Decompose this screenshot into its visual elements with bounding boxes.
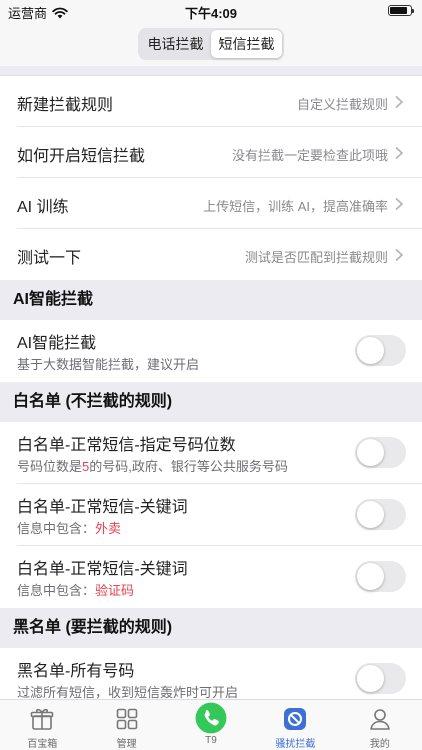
- whitelist-digit-count-row: 白名单-正常短信-指定号码位数 号码位数是5的号码,政府、银行等公共服务号码: [0, 422, 422, 484]
- whitelist-keyword-code-toggle[interactable]: [355, 561, 406, 592]
- rule-actions-group: 新建拦截规则 自定义拦截规则 如何开启短信拦截 没有拦截一定要检查此项哦 AI …: [0, 76, 422, 280]
- row-subtitle: 信息中包含：外卖: [17, 518, 121, 537]
- chevron-right-icon: [395, 147, 403, 159]
- toggle-knob: [357, 665, 384, 692]
- row-detail: 测试是否匹配到拦截规则: [244, 250, 388, 265]
- whitelist-keyword-code-row: 白名单-正常短信-关键词 信息中包含：验证码: [0, 546, 422, 608]
- section-header-whitelist: 白名单 (不拦截的规则): [0, 382, 422, 422]
- row-detail: 自定义拦截规则: [296, 97, 388, 112]
- blacklist-all-numbers-row: 黑名单-所有号码 过滤所有短信，收到短信轰炸时可开启: [0, 648, 422, 699]
- tab-harassment-block[interactable]: 骚扰拦截: [253, 700, 337, 750]
- row-title: AI智能拦截: [17, 335, 97, 352]
- row-title: 白名单-正常短信-指定号码位数: [17, 437, 236, 454]
- row-title: 测试一下: [17, 250, 82, 267]
- tab-toolbox[interactable]: 百宝箱: [0, 700, 84, 750]
- tab-t9-dialer[interactable]: T9: [169, 700, 253, 750]
- row-title: 白名单-正常短信-关键词: [17, 561, 188, 578]
- enable-sms-block-guide-row[interactable]: 如何开启短信拦截 没有拦截一定要检查此项哦: [0, 127, 422, 178]
- clock: 下午4:09: [184, 6, 238, 21]
- whitelist-keyword-takeout-row: 白名单-正常短信-关键词 信息中包含：外卖: [0, 484, 422, 546]
- subtitle-prefix: 信息中包含：: [17, 583, 96, 598]
- row-title: 如何开启短信拦截: [17, 148, 146, 165]
- tab-label: 骚扰拦截: [275, 739, 316, 750]
- status-bar: 运营商 下午4:09: [0, 0, 422, 22]
- subtitle-highlight: 外卖: [95, 521, 122, 536]
- block-icon: [284, 708, 307, 730]
- top-spacer: [0, 66, 422, 76]
- tab-label: 我的: [369, 739, 390, 750]
- row-title: AI 训练: [17, 199, 69, 216]
- toggle-knob: [357, 563, 384, 590]
- navigation-bar: 电话拦截 短信拦截: [0, 22, 422, 66]
- blacklist-all-numbers-toggle[interactable]: [355, 663, 406, 694]
- tab-manage[interactable]: 管理: [84, 700, 168, 750]
- toggle-knob: [357, 337, 384, 364]
- row-subtitle: 过滤所有短信，收到短信轰炸时可开启: [17, 685, 239, 699]
- gift-icon: [30, 708, 54, 730]
- tab-bar: 百宝箱 管理 T9 骚扰拦截 我的: [0, 699, 422, 750]
- battery-icon: [388, 5, 414, 16]
- settings-list[interactable]: 新建拦截规则 自定义拦截规则 如何开启短信拦截 没有拦截一定要检查此项哦 AI …: [0, 66, 422, 699]
- tab-label: 管理: [116, 739, 137, 750]
- chevron-right-icon: [395, 198, 403, 210]
- row-title: 新建拦截规则: [17, 97, 114, 114]
- ai-training-row[interactable]: AI 训练 上传短信，训练 AI，提高准确率: [0, 178, 422, 229]
- row-detail: 没有拦截一定要检查此项哦: [231, 148, 388, 163]
- tab-label: 百宝箱: [27, 739, 58, 750]
- subtitle-suffix: 的号码,政府、银行等公共服务号码: [89, 459, 288, 474]
- test-rule-row[interactable]: 测试一下 测试是否匹配到拦截规则: [0, 229, 422, 280]
- row-subtitle: 信息中包含：验证码: [17, 580, 134, 599]
- section-header-blacklist: 黑名单 (要拦截的规则): [0, 608, 422, 648]
- subtitle-highlight: 验证码: [95, 583, 135, 598]
- whitelist-keyword-takeout-toggle[interactable]: [355, 499, 406, 530]
- grid-icon: [116, 708, 137, 730]
- phone-icon: [195, 702, 227, 734]
- row-detail: 上传短信，训练 AI，提高准确率: [203, 199, 388, 214]
- row-title: 黑名单-所有号码: [17, 663, 135, 680]
- subtitle-prefix: 号码位数是: [17, 459, 83, 474]
- tab-me[interactable]: 我的: [338, 700, 422, 750]
- tab-sms-block[interactable]: 短信拦截: [211, 30, 282, 58]
- tab-call-block[interactable]: 电话拦截: [140, 30, 211, 58]
- row-title: 白名单-正常短信-关键词: [17, 499, 188, 516]
- battery-level: [390, 7, 407, 14]
- ai-smart-block-toggle[interactable]: [355, 335, 406, 366]
- row-subtitle: 基于大数据智能拦截，建议开启: [17, 357, 200, 372]
- row-subtitle: 号码位数是5的号码,政府、银行等公共服务号码: [17, 456, 288, 475]
- toggle-knob: [357, 439, 384, 466]
- person-icon: [370, 709, 390, 730]
- subtitle-prefix: 信息中包含：: [17, 521, 96, 536]
- tab-label: T9: [205, 735, 217, 746]
- section-header-ai: AI智能拦截: [0, 280, 422, 320]
- chevron-right-icon: [395, 249, 403, 261]
- new-rule-row[interactable]: 新建拦截规则 自定义拦截规则: [0, 76, 422, 127]
- ai-smart-block-row: AI智能拦截 基于大数据智能拦截，建议开启: [0, 320, 422, 382]
- call-sms-segmented-control: 电话拦截 短信拦截: [138, 28, 284, 60]
- whitelist-digit-count-toggle[interactable]: [355, 437, 406, 468]
- toggle-knob: [357, 501, 384, 528]
- chevron-right-icon: [395, 96, 403, 108]
